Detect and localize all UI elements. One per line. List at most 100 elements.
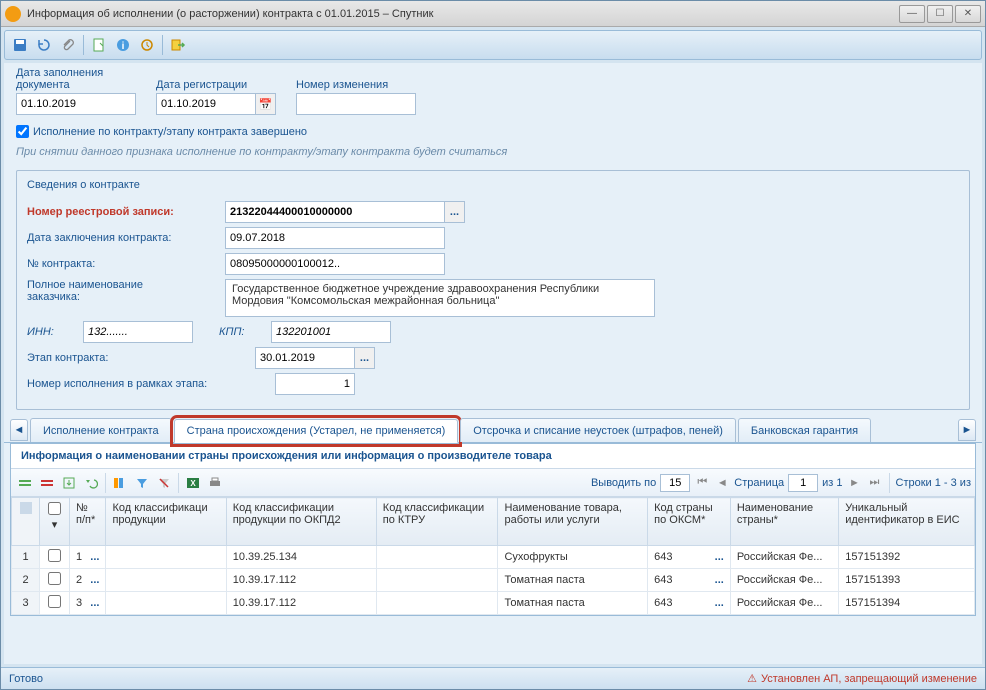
cell-product-name[interactable]: Сухофрукты	[498, 546, 648, 569]
tab-scroll-right[interactable]: ►	[958, 419, 976, 441]
add-row-icon[interactable]	[15, 473, 35, 493]
cell-ktru[interactable]	[376, 546, 498, 569]
tab-origin-country[interactable]: Страна происхождения (Устарел, не примен…	[174, 419, 459, 443]
tab-bank-guarantee[interactable]: Банковская гарантия	[738, 418, 871, 442]
col-class-code[interactable]: Код классификаци продукции	[106, 498, 226, 546]
cell-country-code[interactable]: 643...	[648, 569, 731, 592]
lookup-dots[interactable]: ...	[90, 574, 99, 586]
col-country-code[interactable]: Код страны по ОКСМ*	[648, 498, 731, 546]
table-row[interactable]: 22...10.39.17.112Томатная паста643...Рос…	[12, 569, 975, 592]
cell-ktru[interactable]	[376, 569, 498, 592]
columns-icon[interactable]	[110, 473, 130, 493]
save-icon[interactable]	[9, 34, 31, 56]
refresh-icon[interactable]	[33, 34, 55, 56]
pager: Выводить по ⏮ ◄ Страница из 1 ► ⏭ Строки…	[591, 473, 971, 493]
row-checkbox[interactable]	[48, 572, 61, 585]
status-ready: Готово	[9, 673, 43, 685]
cell-country-name[interactable]: Российская Фе...	[730, 569, 838, 592]
lookup-dots[interactable]: ...	[715, 574, 724, 586]
col-num[interactable]: № п/п*	[70, 498, 106, 546]
print-icon[interactable]	[205, 473, 225, 493]
status-warning: ⚠ Установлен АП, запрещающий изменение	[747, 672, 977, 685]
lookup-dots[interactable]: ...	[90, 551, 99, 563]
undo-icon[interactable]	[81, 473, 101, 493]
contract-num-input[interactable]	[225, 253, 445, 275]
customer-textarea[interactable]: Государственное бюджетное учреждение здр…	[225, 279, 655, 317]
import-icon[interactable]	[59, 473, 79, 493]
lookup-dots[interactable]: ...	[90, 597, 99, 609]
cell-ktru[interactable]	[376, 592, 498, 615]
data-grid: ▾ № п/п* Код классификаци продукции Код …	[11, 497, 975, 615]
prev-page-icon[interactable]: ◄	[714, 475, 730, 491]
row-checkbox[interactable]	[48, 595, 61, 608]
cell-okpd2[interactable]: 10.39.25.134	[226, 546, 376, 569]
inn-input[interactable]	[83, 321, 193, 343]
table-row[interactable]: 11...10.39.25.134Сухофрукты643...Российс…	[12, 546, 975, 569]
filter-icon[interactable]	[132, 473, 152, 493]
stage-input[interactable]	[255, 347, 355, 369]
cell-num[interactable]: 2...	[70, 569, 106, 592]
close-button[interactable]: ✕	[955, 5, 981, 23]
lookup-dots[interactable]: ...	[715, 551, 724, 563]
row-checkbox[interactable]	[48, 549, 61, 562]
cell-uid[interactable]: 157151394	[839, 592, 975, 615]
col-country-name[interactable]: Наименование страны*	[730, 498, 838, 546]
page-input[interactable]	[788, 474, 818, 492]
export-excel-icon[interactable]: X	[183, 473, 203, 493]
col-uid[interactable]: Уникальный идентификатор в ЕИС	[839, 498, 975, 546]
kpp-input[interactable]	[271, 321, 391, 343]
col-rownum[interactable]	[12, 498, 40, 546]
history-icon[interactable]	[136, 34, 158, 56]
minimize-button[interactable]: —	[899, 5, 925, 23]
tab-penalties[interactable]: Отсрочка и списание неустоек (штрафов, п…	[460, 418, 736, 442]
cell-country-name[interactable]: Российская Фе...	[730, 592, 838, 615]
col-name[interactable]: Наименование товара, работы или услуги	[498, 498, 648, 546]
cell-uid[interactable]: 157151393	[839, 569, 975, 592]
cell-class-code[interactable]	[106, 592, 226, 615]
tab-scroll-left[interactable]: ◄	[10, 419, 28, 441]
clear-filter-icon[interactable]	[154, 473, 174, 493]
lookup-dots[interactable]: ...	[715, 597, 724, 609]
cell-class-code[interactable]	[106, 546, 226, 569]
reg-num-lookup-button[interactable]: ...	[445, 201, 465, 223]
page-label: Страница	[734, 477, 784, 489]
cell-num[interactable]: 3...	[70, 592, 106, 615]
cell-product-name[interactable]: Томатная паста	[498, 592, 648, 615]
cell-country-code[interactable]: 643...	[648, 546, 731, 569]
col-okpd2[interactable]: Код классификации продукции по ОКПД2	[226, 498, 376, 546]
reg-num-input[interactable]	[225, 201, 445, 223]
cell-class-code[interactable]	[106, 569, 226, 592]
exec-num-input[interactable]	[275, 373, 355, 395]
maximize-button[interactable]: ☐	[927, 5, 953, 23]
date-doc-input[interactable]	[16, 93, 136, 115]
date-concl-input[interactable]	[225, 227, 445, 249]
cell-okpd2[interactable]: 10.39.17.112	[226, 592, 376, 615]
table-row[interactable]: 33...10.39.17.112Томатная паста643...Рос…	[12, 592, 975, 615]
info-icon[interactable]: i	[112, 34, 134, 56]
change-num-input[interactable]	[296, 93, 416, 115]
first-page-icon[interactable]: ⏮	[694, 475, 710, 491]
content-area: Дата заполнения документа Дата регистрац…	[4, 63, 982, 664]
completed-checkbox[interactable]	[16, 125, 29, 138]
stage-lookup-button[interactable]: ...	[355, 347, 375, 369]
date-doc-label: Дата заполнения документа	[16, 67, 136, 91]
calendar-icon[interactable]: 📅	[256, 93, 276, 115]
cell-country-name[interactable]: Российская Фе...	[730, 546, 838, 569]
attach-icon[interactable]	[57, 34, 79, 56]
exit-icon[interactable]	[167, 34, 189, 56]
cell-uid[interactable]: 157151392	[839, 546, 975, 569]
select-all-checkbox[interactable]	[48, 502, 61, 515]
next-page-icon[interactable]: ►	[847, 475, 863, 491]
col-checkbox[interactable]: ▾	[40, 498, 70, 546]
per-page-input[interactable]	[660, 474, 690, 492]
tab-execution[interactable]: Исполнение контракта	[30, 418, 172, 442]
cell-okpd2[interactable]: 10.39.17.112	[226, 569, 376, 592]
cell-num[interactable]: 1...	[70, 546, 106, 569]
date-reg-input[interactable]	[156, 93, 256, 115]
delete-row-icon[interactable]	[37, 473, 57, 493]
cell-product-name[interactable]: Томатная паста	[498, 569, 648, 592]
cell-country-code[interactable]: 643...	[648, 592, 731, 615]
col-ktru[interactable]: Код классификации по КТРУ	[376, 498, 498, 546]
last-page-icon[interactable]: ⏭	[867, 475, 883, 491]
document-icon[interactable]	[88, 34, 110, 56]
